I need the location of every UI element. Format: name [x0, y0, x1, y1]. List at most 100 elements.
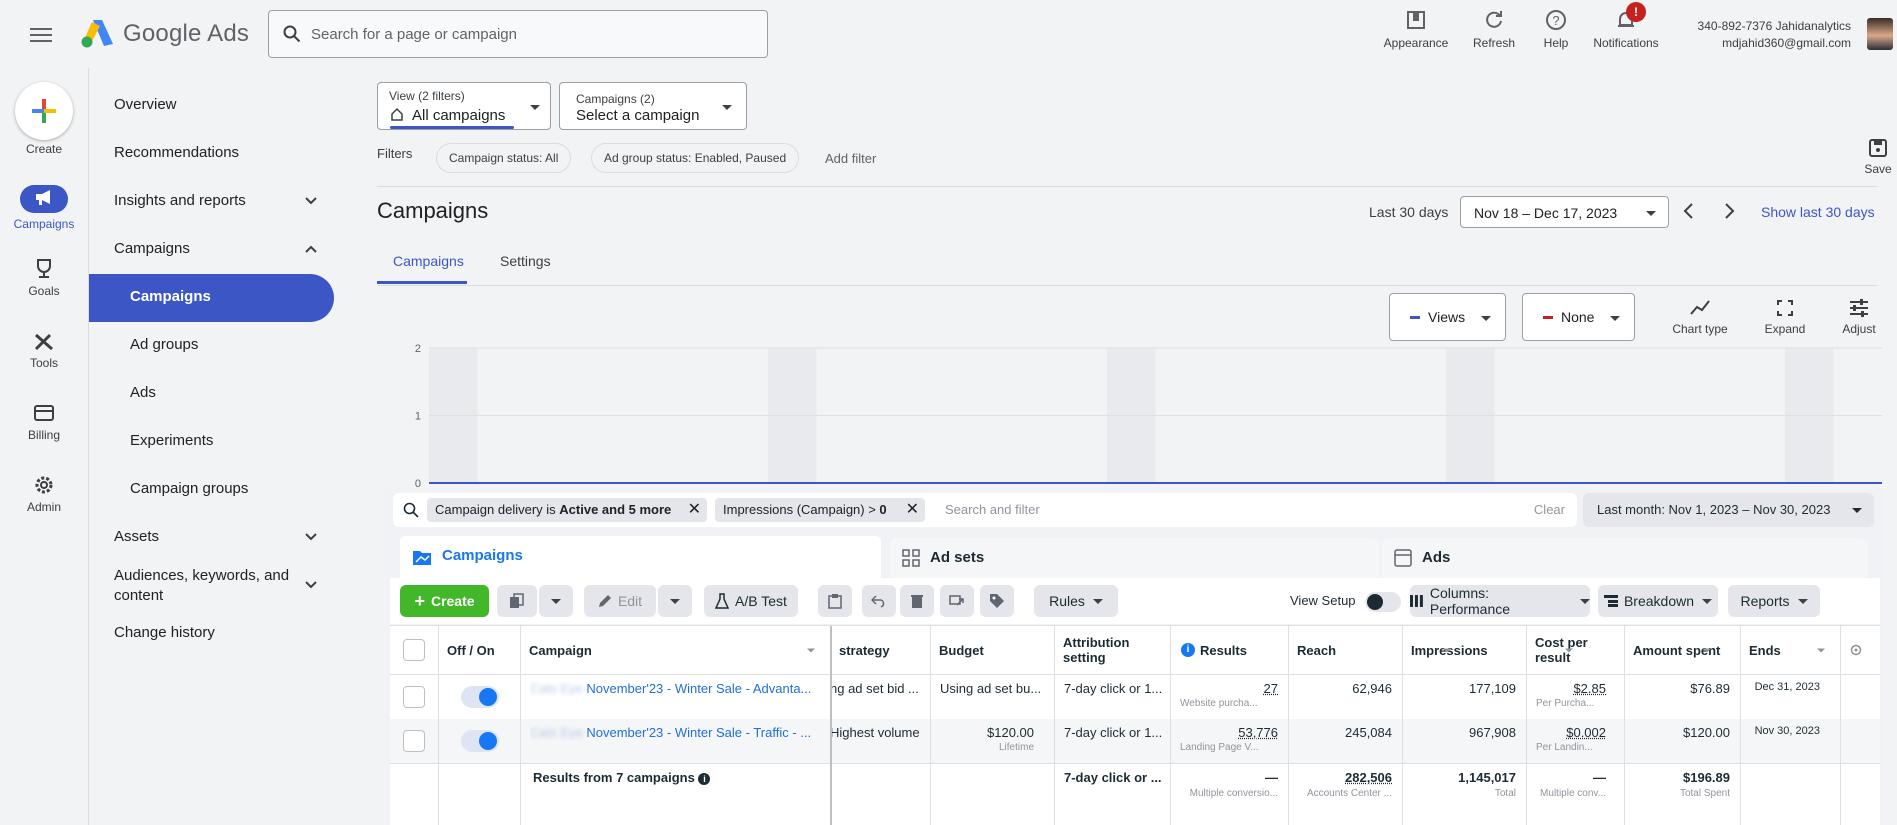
delete-button[interactable] [900, 585, 934, 617]
tag-button[interactable] [980, 585, 1014, 617]
help-button[interactable]: ? Help [1533, 8, 1579, 50]
rules-button[interactable]: Rules [1034, 585, 1118, 617]
chevron-right-icon[interactable] [1722, 202, 1736, 220]
close-icon[interactable]: ✕ [688, 498, 701, 522]
chevron-up-icon[interactable] [304, 244, 318, 254]
nav-ad-groups[interactable]: Ad groups [130, 336, 198, 353]
nav-campaigns-sub[interactable]: Campaigns [130, 288, 211, 305]
nav-ads[interactable]: Ads [130, 384, 156, 401]
tab-campaigns[interactable]: Campaigns [393, 253, 464, 269]
duplicate-menu-button[interactable] [539, 585, 573, 617]
row-checkbox[interactable] [403, 730, 425, 752]
row-checkbox[interactable] [403, 686, 425, 708]
columns-button[interactable]: Columns: Performance [1410, 585, 1590, 617]
nav-audiences[interactable]: Audiences, keywords, and content [114, 566, 294, 606]
cost-value[interactable]: $2.85 [1526, 681, 1606, 696]
ab-test-button[interactable]: A/B Test [704, 585, 798, 617]
rail-campaigns[interactable]: Campaigns [0, 185, 88, 231]
nav-campaign-groups[interactable]: Campaign groups [130, 480, 248, 497]
menu-icon[interactable] [30, 24, 58, 44]
sort-caret-icon[interactable] [1817, 648, 1825, 653]
filter-chip-ad-group-status[interactable]: Ad group status: Enabled, Paused [591, 143, 800, 173]
select-all-checkbox[interactable] [403, 639, 425, 661]
adjust-button[interactable]: Adjust [1832, 298, 1886, 336]
chart-type-button[interactable]: Chart type [1664, 298, 1736, 336]
clipboard-button[interactable] [818, 585, 852, 617]
account-info[interactable]: 340-892-7376 Jahidanalytics mdjahid360@g… [1698, 18, 1851, 52]
edit-button[interactable]: Edit [584, 585, 656, 617]
date-range-picker[interactable]: Nov 18 – Dec 17, 2023 [1460, 196, 1669, 228]
sort-caret-icon[interactable] [807, 648, 815, 653]
fb-date-picker[interactable]: Last month: Nov 1, 2023 – Nov 30, 2023 [1583, 493, 1874, 527]
create-button[interactable] [15, 82, 73, 140]
sort-caret-icon[interactable] [1703, 648, 1711, 653]
export-button[interactable] [940, 585, 974, 617]
col-reach[interactable]: Reach [1288, 626, 1402, 674]
col-off-on[interactable]: Off / On [438, 626, 520, 674]
nav-overview[interactable]: Overview [114, 96, 177, 113]
fb-tab-campaigns[interactable]: Campaigns [400, 536, 881, 578]
rail-tools[interactable]: Tools [0, 330, 88, 370]
edit-menu-button[interactable] [658, 585, 692, 617]
view-dropdown[interactable]: View (2 filters) All campaigns [377, 82, 551, 130]
fb-tab-ads[interactable]: Ads [1382, 538, 1868, 578]
nav-campaigns[interactable]: Campaigns [114, 240, 190, 257]
appearance-button[interactable]: Appearance [1380, 8, 1452, 50]
sort-caret-icon[interactable] [1565, 648, 1573, 653]
add-filter-button[interactable]: Add filter [825, 151, 876, 166]
results-value[interactable]: 27 [1170, 681, 1278, 696]
chevron-down-icon[interactable] [304, 532, 318, 542]
show-last-30-days-link[interactable]: Show last 30 days [1761, 204, 1875, 220]
refresh-button[interactable]: Refresh [1466, 8, 1522, 50]
save-button[interactable]: Save [1860, 138, 1896, 176]
sort-caret-icon[interactable] [1443, 648, 1451, 653]
avatar[interactable] [1867, 18, 1893, 50]
nav-campaigns-active[interactable] [89, 274, 334, 322]
campaign-name-link[interactable]: November'23 - Winter Sale - Advanta... [586, 681, 811, 696]
chevron-left-icon[interactable] [1682, 202, 1696, 220]
campaign-dropdown[interactable]: Campaigns (2) Select a campaign [559, 82, 747, 130]
col-strategy[interactable]: strategy [830, 626, 920, 674]
fb-tab-adsets[interactable]: Ad sets [890, 538, 1380, 578]
reports-button[interactable]: Reports [1728, 585, 1820, 617]
results-value[interactable]: 53,776 [1170, 725, 1278, 740]
filter-chip-impressions[interactable]: Impressions (Campaign) > 0 ✕ [715, 498, 925, 522]
col-campaign[interactable]: Campaign [520, 626, 820, 674]
notifications-button[interactable]: Notifications ! [1588, 2, 1664, 50]
col-impressions[interactable]: Impressions [1402, 626, 1526, 674]
close-icon[interactable]: ✕ [906, 498, 919, 522]
rail-goals[interactable]: Goals [0, 258, 88, 298]
breakdown-button[interactable]: Breakdown [1598, 585, 1718, 617]
metric-dropdown-none[interactable]: None [1522, 293, 1635, 341]
campaign-name-link[interactable]: November'23 - Winter Sale - Traffic - ..… [586, 725, 811, 740]
filter-chip-campaign-status[interactable]: Campaign status: All [436, 143, 572, 173]
cost-value[interactable]: $0.002 [1526, 725, 1606, 740]
fb-create-button[interactable]: + Create [400, 585, 489, 617]
duplicate-button[interactable] [497, 585, 537, 617]
campaign-toggle[interactable] [461, 686, 499, 708]
search-input[interactable]: Search for a page or campaign [268, 10, 768, 58]
col-attribution[interactable]: Attribution setting [1054, 626, 1170, 674]
clear-button[interactable]: Clear [1534, 502, 1565, 517]
metric-dropdown-views[interactable]: Views [1389, 293, 1506, 341]
nav-experiments[interactable]: Experiments [130, 432, 213, 449]
col-amount-spent[interactable]: Amount spent [1624, 626, 1740, 674]
chevron-down-icon[interactable] [304, 196, 318, 206]
col-budget[interactable]: Budget [930, 626, 1044, 674]
nav-change-history[interactable]: Change history [114, 624, 215, 641]
chevron-down-icon[interactable] [304, 580, 318, 590]
rail-admin[interactable]: Admin [0, 474, 88, 514]
nav-recommendations[interactable]: Recommendations [114, 144, 239, 161]
expand-button[interactable]: Expand [1755, 298, 1815, 336]
nav-insights[interactable]: Insights and reports [114, 192, 246, 209]
tab-settings[interactable]: Settings [500, 253, 551, 269]
rail-billing[interactable]: Billing [0, 402, 88, 442]
view-setup-toggle[interactable] [1365, 592, 1401, 612]
fb-search-filter-bar[interactable]: Campaign delivery is Active and 5 more ✕… [393, 493, 1577, 527]
filter-chip-delivery[interactable]: Campaign delivery is Active and 5 more ✕ [427, 498, 707, 522]
nav-assets[interactable]: Assets [114, 528, 159, 545]
google-ads-logo[interactable] [80, 18, 114, 48]
settings-icon[interactable] [1850, 644, 1862, 656]
undo-button[interactable] [862, 585, 896, 617]
campaign-toggle[interactable] [461, 730, 499, 752]
